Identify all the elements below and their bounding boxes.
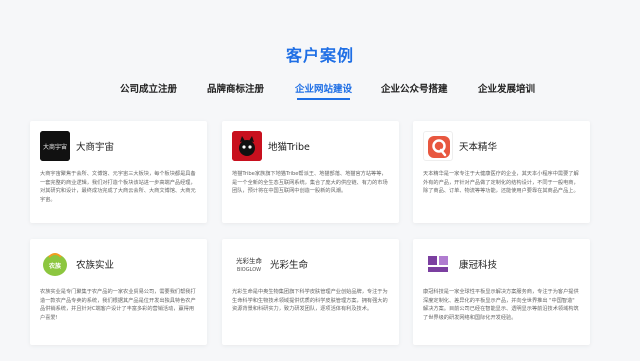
nongzu-shiye-logo-icon: 农族 bbox=[40, 249, 70, 279]
dimao-tribe-logo-icon bbox=[232, 131, 262, 161]
case-name: 康冠科技 bbox=[459, 260, 498, 271]
case-name: 农族实业 bbox=[76, 260, 115, 271]
case-card-dimao[interactable]: 地猫Tribe 地猫Tribe家族旗下地猫Tribe帮派王、地猫部落、地猫官方站… bbox=[222, 121, 399, 223]
tianben-jinghua-logo-icon bbox=[423, 131, 453, 161]
case-card-tianben[interactable]: 天本精华 天本精华是一家专注于大健康医疗的企业，其天本小程序中需要了解外有的产品… bbox=[413, 121, 590, 223]
case-name: 大商宇宙 bbox=[76, 142, 115, 153]
case-description: 光彩生命是中奥生物集团旗下科学皮肤管理产业创始品牌，专注于为生命科学和生物技术领… bbox=[232, 289, 388, 313]
case-card-guangcai[interactable]: 光彩生命 BIOGLOW 光彩生命 光彩生命是中奥生物集团旗下科学皮肤管理产业创… bbox=[222, 239, 399, 345]
logo-subtext: BIOGLOW bbox=[237, 267, 261, 273]
tab-official-account[interactable]: 企业公众号搭建 bbox=[381, 81, 448, 95]
case-card-nongzu[interactable]: 农族 农族实业 农族实业是专门聚集于农产品的一家农业贸易公司，需要我们帮我打造一… bbox=[30, 239, 207, 345]
kangguan-keji-logo-icon bbox=[423, 249, 453, 279]
case-description: 大商宇宙聚焦于会所、文博馆、元宇宙三大板块，每个板块都是具备一套完整的商业逻辑，… bbox=[40, 171, 196, 203]
case-card-kangguan[interactable]: 康冠科技 康冠科技是一家全球性平板显示解决方案服务商，专注于为客户提供深度定制化… bbox=[413, 239, 590, 345]
guangcai-shengming-logo-icon: 光彩生命 BIOGLOW bbox=[232, 249, 266, 279]
tab-trademark-registration[interactable]: 品牌商标注册 bbox=[207, 81, 264, 95]
category-tabs: 公司成立注册 品牌商标注册 企业网站建设 企业公众号搭建 企业发展培训 bbox=[0, 81, 640, 101]
logo-text: 光彩生命 bbox=[236, 256, 263, 265]
case-card-dashang[interactable]: 大商宇宙 大商宇宙 大商宇宙聚焦于会所、文博馆、元宇宙三大板块，每个板块都是具备… bbox=[30, 121, 207, 223]
page-title: 客户案例 bbox=[285, 46, 354, 65]
case-name: 光彩生命 bbox=[270, 260, 309, 271]
case-description: 天本精华是一家专注于大健康医疗的企业，其天本小程序中需要了解外有的产品，开针对产… bbox=[423, 171, 579, 195]
case-description: 农族实业是专门聚集于农产品的一家农业贸易公司，需要我们帮我打造一款农产品专卖的系… bbox=[40, 289, 196, 321]
dashangyuzhou-logo-icon: 大商宇宙 bbox=[40, 131, 70, 161]
case-name: 地猫Tribe bbox=[268, 142, 310, 153]
logo-text: 大商宇宙 bbox=[43, 143, 67, 151]
case-name: 天本精华 bbox=[459, 142, 498, 153]
tab-development-training[interactable]: 企业发展培训 bbox=[478, 81, 535, 95]
logo-text: 农族 bbox=[48, 262, 62, 270]
tab-website-building[interactable]: 企业网站建设 bbox=[295, 81, 352, 100]
case-description: 地猫Tribe家族旗下地猫Tribe帮派王、地猫部落、地猫官方站等等，是一个全新… bbox=[232, 171, 388, 195]
tab-company-registration[interactable]: 公司成立注册 bbox=[120, 81, 177, 95]
case-description: 康冠科技是一家全球性平板显示解决方案服务商，专注于为客户提供深度定制化、差异化的… bbox=[423, 289, 579, 321]
